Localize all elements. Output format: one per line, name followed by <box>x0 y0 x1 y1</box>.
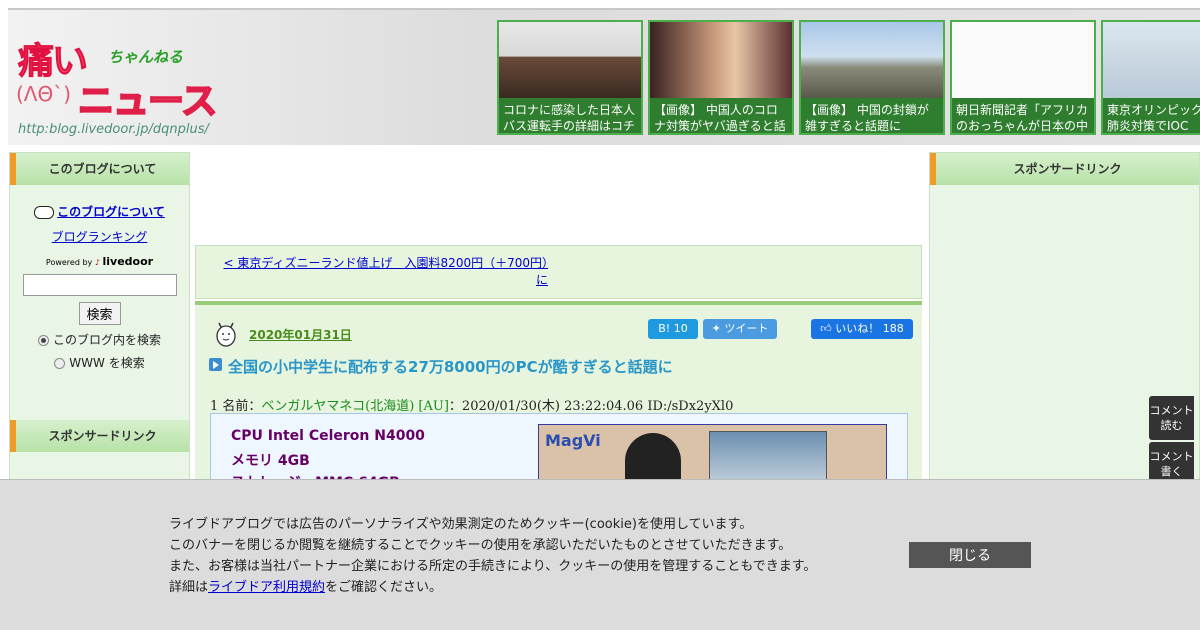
about-blog-item: このブログについて <box>10 203 189 220</box>
featured-article-1[interactable]: コロナに感染した日本人バス運転手の詳細はコチラ <box>497 20 643 135</box>
radio-blog-icon[interactable] <box>37 335 49 346</box>
featured-article-title: 東京オリンピック中新型肺炎対策でIOC <box>1107 103 1200 133</box>
featured-article-4[interactable]: 朝日新聞記者「アフリカのおっちゃんが日本の中年男 <box>950 20 1096 135</box>
logo-main-text: 痛い <box>17 41 88 83</box>
livedoor-brand: livedoor <box>102 255 154 268</box>
tweet-label: ツイート <box>724 322 769 335</box>
cookie-message: ライブドアブログでは広告のパーソナライズや効果測定のためクッキー(cookie)… <box>169 514 816 598</box>
cookie-banner: ライブドアブログでは広告のパーソナライズや効果測定のためクッキー(cookie)… <box>0 479 1200 630</box>
post-body: CPU Intel Celeron N4000 メモリ 4GB ストレージ eM… <box>210 413 908 486</box>
prev-article-item: < 東京ディズニーランド値上げ 入園料8200円（＋700円）に <box>220 255 548 289</box>
featured-article-2[interactable]: 【画像】 中国人のコロナ対策がヤバ過ぎると話題に <box>648 20 794 135</box>
featured-article-image <box>650 22 792 98</box>
logo-sub-text: ちゃんねる <box>108 48 184 66</box>
post-meta: ：2020/01/30(木) 23:22:04.06 ID:/sDx2yXl0 <box>448 399 734 414</box>
article-title-icon <box>209 358 222 371</box>
article: 2020年01月31日 B! 10 ✦ ツイート 👍︎ いいね！ 188 全国の… <box>195 301 922 486</box>
logo-url-text: http:blog.livedoor.jp/dqnplus/ <box>18 122 209 137</box>
sidebar-heading-sponsor-right: スポンサードリンク <box>930 153 1199 185</box>
main-content: < 東京ディズニーランド値上げ 入園料8200円（＋700円）に 2020年01… <box>190 152 929 486</box>
left-sidebar: このブログについて このブログについて ブログランキング Powered by … <box>9 152 190 482</box>
featured-article-title: 【画像】 中国人のコロナ対策がヤバ過ぎると話題に <box>654 103 786 133</box>
tweet-button[interactable]: ✦ ツイート <box>703 319 777 339</box>
featured-article-title: コロナに感染した日本人バス運転手の詳細はコチラ <box>503 103 636 133</box>
powered-by-label: Powered by <box>45 258 93 267</box>
featured-article-image <box>499 22 641 98</box>
search-input[interactable] <box>22 274 177 296</box>
like-label: いいね！ 188 <box>835 322 904 335</box>
featured-article-3[interactable]: 【画像】 中国の封鎖が雑すぎると話題に <box>799 20 945 135</box>
logo-face-text: (ΛΘ`) <box>16 82 72 106</box>
featured-article-image <box>1103 22 1200 98</box>
featured-articles: コロナに感染した日本人バス運転手の詳細はコチラ 【画像】 中国人のコロナ対策がヤ… <box>497 20 1200 135</box>
search-scope-blog[interactable]: このブログ内を検索 <box>10 331 189 348</box>
ad-logo: MagVi <box>545 431 601 450</box>
search-button[interactable]: 検索 <box>78 302 121 325</box>
radio-www-label: WWW を検索 <box>69 356 145 370</box>
cookie-close-button[interactable]: 閉じる <box>909 542 1031 568</box>
featured-article-image <box>801 22 943 98</box>
cookie-line: このバナーを閉じるか閲覧を継続することでクッキーの使用を承認いただいたものとさせ… <box>169 538 792 553</box>
spec-line: CPU Intel Celeron N4000 <box>231 428 425 444</box>
article-date[interactable]: 2020年01月31日 <box>249 326 352 343</box>
ranking-item: ブログランキング <box>10 228 189 245</box>
about-blog-link[interactable]: このブログについて <box>57 205 165 219</box>
prev-article-link[interactable]: < 東京ディズニーランド値上げ 入園料8200円（＋700円）に <box>224 256 548 287</box>
cookie-line: ライブドアブログでは広告のパーソナライズや効果測定のためクッキー(cookie)… <box>169 517 753 532</box>
video-ad[interactable]: MagVi <box>538 424 887 486</box>
powered-by-livedoor[interactable]: Powered by ♪ livedoor <box>10 255 189 268</box>
spec-line: メモリ 4GB <box>231 453 310 469</box>
cookie-line: 詳細はライブドア利用規約をご確認ください。 <box>169 577 816 598</box>
terms-link[interactable]: ライブドア利用規約 <box>208 580 325 595</box>
cookie-detail-suffix: をご確認ください。 <box>325 580 443 595</box>
post-number: 1 名前： <box>210 399 262 414</box>
mascot-icon <box>216 322 236 347</box>
facebook-like-button[interactable]: 👍︎ いいね！ 188 <box>811 319 913 339</box>
radio-blog-label: このブログ内を検索 <box>52 333 161 347</box>
featured-article-5[interactable]: 東京オリンピック中新型肺炎対策でIOC <box>1101 20 1200 135</box>
search-scope-www[interactable]: WWW を検索 <box>10 354 189 371</box>
featured-article-image <box>952 22 1094 98</box>
sidebar-heading-sponsor: スポンサードリンク <box>10 420 189 452</box>
logo-news-text: ニュース <box>77 80 218 123</box>
cookie-detail-prefix: 詳細は <box>169 580 209 595</box>
article-title[interactable]: 全国の小中学生に配布する27万8000円のPCが酷すぎると話題に <box>228 356 673 377</box>
thumbs-up-icon: 👍︎ <box>820 322 836 335</box>
blog-logo[interactable]: 痛い ちゃんねる (ΛΘ`) ニュース http:blog.livedoor.j… <box>14 24 224 142</box>
featured-article-title: 【画像】 中国の封鎖が雑すぎると話題に <box>805 103 929 133</box>
ad-photo-image <box>709 431 827 486</box>
hatena-bookmark-button[interactable]: B! 10 <box>648 319 698 339</box>
face-icon <box>34 206 55 219</box>
featured-article-title: 朝日新聞記者「アフリカのおっちゃんが日本の中年男 <box>956 103 1089 133</box>
radio-www-icon[interactable] <box>54 358 66 369</box>
post-header: 1 名前：ベンガルヤマネコ(北海道) [AU]：2020/01/30(木) 23… <box>210 395 733 414</box>
post-author: ベンガルヤマネコ(北海道) [AU] <box>261 399 449 414</box>
twitter-bird-icon: ✦ <box>711 322 725 335</box>
article-navigation: < 東京ディズニーランド値上げ 入園料8200円（＋700円）に <box>195 245 922 299</box>
blog-ranking-link[interactable]: ブログランキング <box>52 230 148 244</box>
read-comments-button[interactable]: コメント読む <box>1149 396 1194 440</box>
blog-header: 痛い ちゃんねる (ΛΘ`) ニュース http:blog.livedoor.j… <box>8 8 1200 145</box>
livedoor-logo-icon: ♪ <box>94 258 100 267</box>
cookie-line: また、お客様は当社パートナー企業における所定の手続きにより、クッキーの使用を管理… <box>169 559 817 574</box>
sidebar-heading-about: このブログについて <box>10 153 189 185</box>
